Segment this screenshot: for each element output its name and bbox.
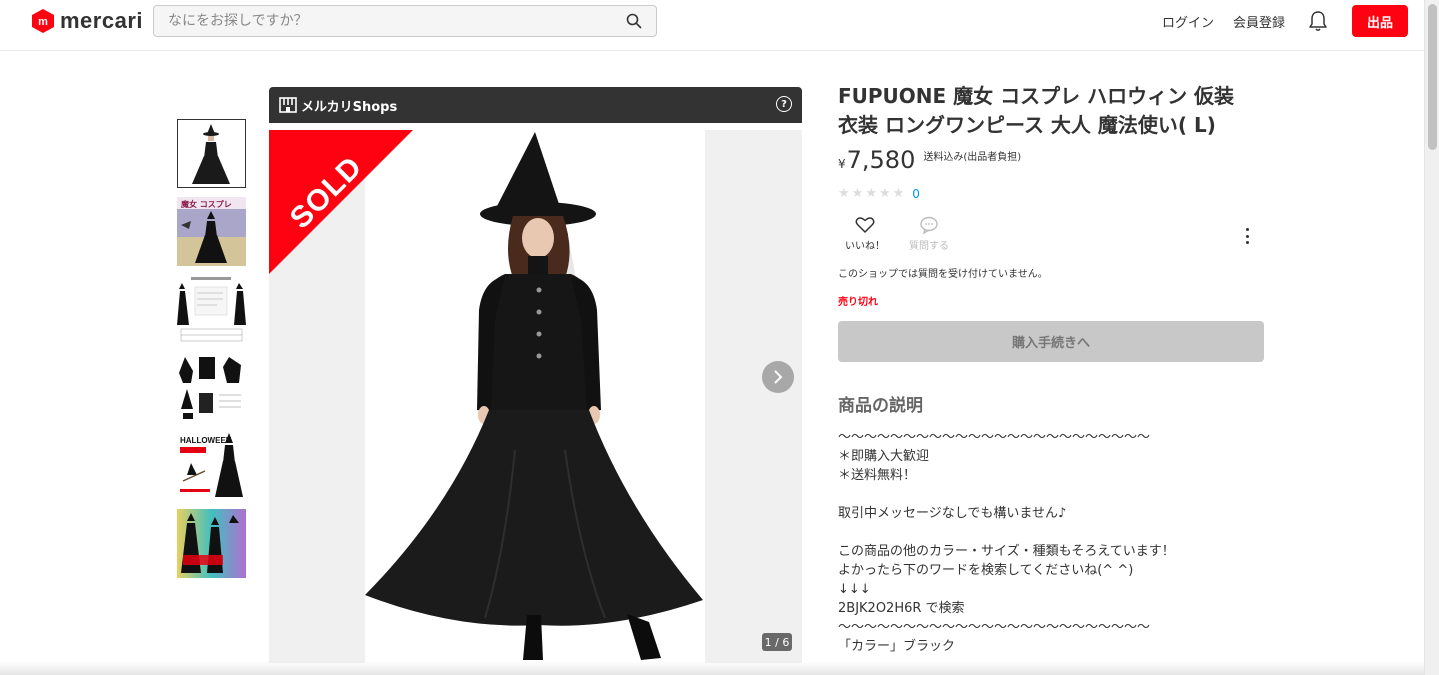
star-icon: ★ bbox=[878, 186, 891, 201]
purchase-button: 購入手続きへ bbox=[838, 321, 1264, 362]
page-scrollbar[interactable] bbox=[1424, 0, 1439, 675]
product-title: FUPUONE 魔女 コスプレ ハロウィン 仮装 衣装 ロングワンピース 大人 … bbox=[838, 82, 1268, 140]
description-line bbox=[838, 485, 1268, 504]
chevron-right-icon bbox=[774, 370, 783, 384]
description-line: 〜〜〜〜〜〜〜〜〜〜〜〜〜〜〜〜〜〜〜〜〜〜〜〜 bbox=[838, 620, 1151, 635]
svg-text:HALLOWEEN: HALLOWEEN bbox=[180, 436, 232, 445]
login-link[interactable]: ログイン bbox=[1162, 12, 1214, 31]
sold-out-status: 売り切れ bbox=[838, 297, 878, 308]
no-question-note: このショップでは質問を受け付けていません。 bbox=[838, 269, 1048, 280]
star-icon: ★ bbox=[851, 186, 864, 201]
thumbnail-2[interactable]: 魔女 コスプレ bbox=[177, 197, 246, 266]
sell-button[interactable]: 出品 bbox=[1352, 5, 1408, 37]
like-label: いいね！ bbox=[845, 241, 885, 252]
description-line: この商品の他のカラー・サイズ・種類もそろえています！ bbox=[838, 544, 1175, 559]
description-line: 2BJK2O2H6R で検索 bbox=[838, 601, 965, 616]
svg-text:魔女 コスプレ: 魔女 コスプレ bbox=[180, 199, 232, 209]
thumbnail-image: HALLOWEEN bbox=[177, 431, 246, 500]
shop-icon bbox=[279, 97, 297, 113]
search-input[interactable] bbox=[168, 13, 626, 29]
description-line bbox=[838, 523, 1268, 542]
description-line: ＊即購入大歓迎 bbox=[838, 449, 930, 464]
product-photo bbox=[365, 130, 705, 663]
scrollbar-thumb[interactable] bbox=[1428, 4, 1437, 150]
logo-text: mercari bbox=[60, 8, 144, 33]
thumbnail-image: 魔女 コスプレ bbox=[177, 197, 246, 266]
description-line: 〜〜〜〜〜〜〜〜〜〜〜〜〜〜〜〜〜〜〜〜〜〜〜〜 bbox=[838, 430, 1151, 445]
signup-link[interactable]: 会員登録 bbox=[1233, 12, 1285, 31]
question-label: 質問する bbox=[909, 241, 949, 252]
search-box[interactable] bbox=[153, 5, 657, 37]
thumbnail-6[interactable] bbox=[177, 509, 246, 578]
product-title-line-1: FUPUONE 魔女 コスプレ ハロウィン 仮装 bbox=[838, 84, 1235, 108]
thumbnail-5[interactable]: HALLOWEEN bbox=[177, 431, 246, 500]
site-header: m mercari ログイン 会員登録 出品 bbox=[0, 0, 1424, 51]
product-title-line-2: 衣装 ロングワンピース 大人 魔法使い( L) bbox=[838, 113, 1216, 137]
thumbnail-3[interactable] bbox=[177, 275, 246, 344]
svg-text:m: m bbox=[38, 16, 48, 28]
rating-count[interactable]: 0 bbox=[912, 187, 920, 201]
thumbnail-image bbox=[177, 275, 246, 344]
thumbnail-image bbox=[177, 509, 246, 578]
shipping-info: 送料込み(出品者負担) bbox=[923, 152, 1022, 163]
shops-label: メルカリShops bbox=[301, 99, 398, 115]
comment-icon bbox=[920, 216, 938, 234]
description-line: よかったら下のワードを検索してくださいね(^ ^) bbox=[838, 563, 1134, 578]
more-options-icon[interactable] bbox=[1240, 226, 1254, 246]
star-icon: ★ bbox=[838, 186, 850, 201]
currency-symbol: ¥ bbox=[838, 157, 846, 171]
description-line: 取引中メッセージなしでも構いません♪ bbox=[838, 506, 1067, 521]
description-line: ＊送料無料！ bbox=[838, 468, 917, 483]
description-line: ↓↓↓ bbox=[838, 582, 871, 597]
witch-dress-illustration bbox=[365, 132, 703, 660]
heart-icon bbox=[855, 217, 875, 233]
thumbnail-image bbox=[177, 353, 246, 422]
mercari-logo[interactable]: m mercari bbox=[32, 8, 143, 34]
description-text: 〜〜〜〜〜〜〜〜〜〜〜〜〜〜〜〜〜〜〜〜〜〜〜〜 ＊即購入大歓迎 ＊送料無料！ … bbox=[838, 428, 1268, 656]
thumbnail-1[interactable] bbox=[177, 119, 246, 188]
bottom-fade bbox=[0, 661, 1424, 675]
price-block: ¥ 7,580 送料込み(出品者負担) bbox=[838, 146, 1021, 174]
description-line: 「カラー」ブラック bbox=[838, 639, 956, 654]
mercari-logo-icon: m bbox=[32, 9, 54, 33]
like-button[interactable]: いいね！ bbox=[845, 216, 885, 252]
rating[interactable]: ★ ★ ★ ★ ★ 0 bbox=[838, 186, 920, 201]
main-product-image: SOLD 1 / 6 bbox=[269, 130, 802, 663]
price: 7,580 bbox=[846, 146, 916, 174]
star-icon: ★ bbox=[892, 186, 905, 201]
thumbnail-4[interactable] bbox=[177, 353, 246, 422]
thumbnail-image bbox=[178, 120, 245, 187]
help-icon[interactable]: ? bbox=[776, 96, 792, 112]
image-counter: 1 / 6 bbox=[762, 633, 792, 651]
description-heading: 商品の説明 bbox=[838, 396, 923, 416]
star-icon: ★ bbox=[865, 186, 877, 201]
bell-icon[interactable] bbox=[1308, 10, 1328, 32]
shops-banner: メルカリShops ? bbox=[269, 87, 802, 123]
search-icon[interactable] bbox=[626, 13, 642, 29]
question-button: 質問する bbox=[909, 216, 949, 252]
next-image-button[interactable] bbox=[762, 361, 794, 393]
